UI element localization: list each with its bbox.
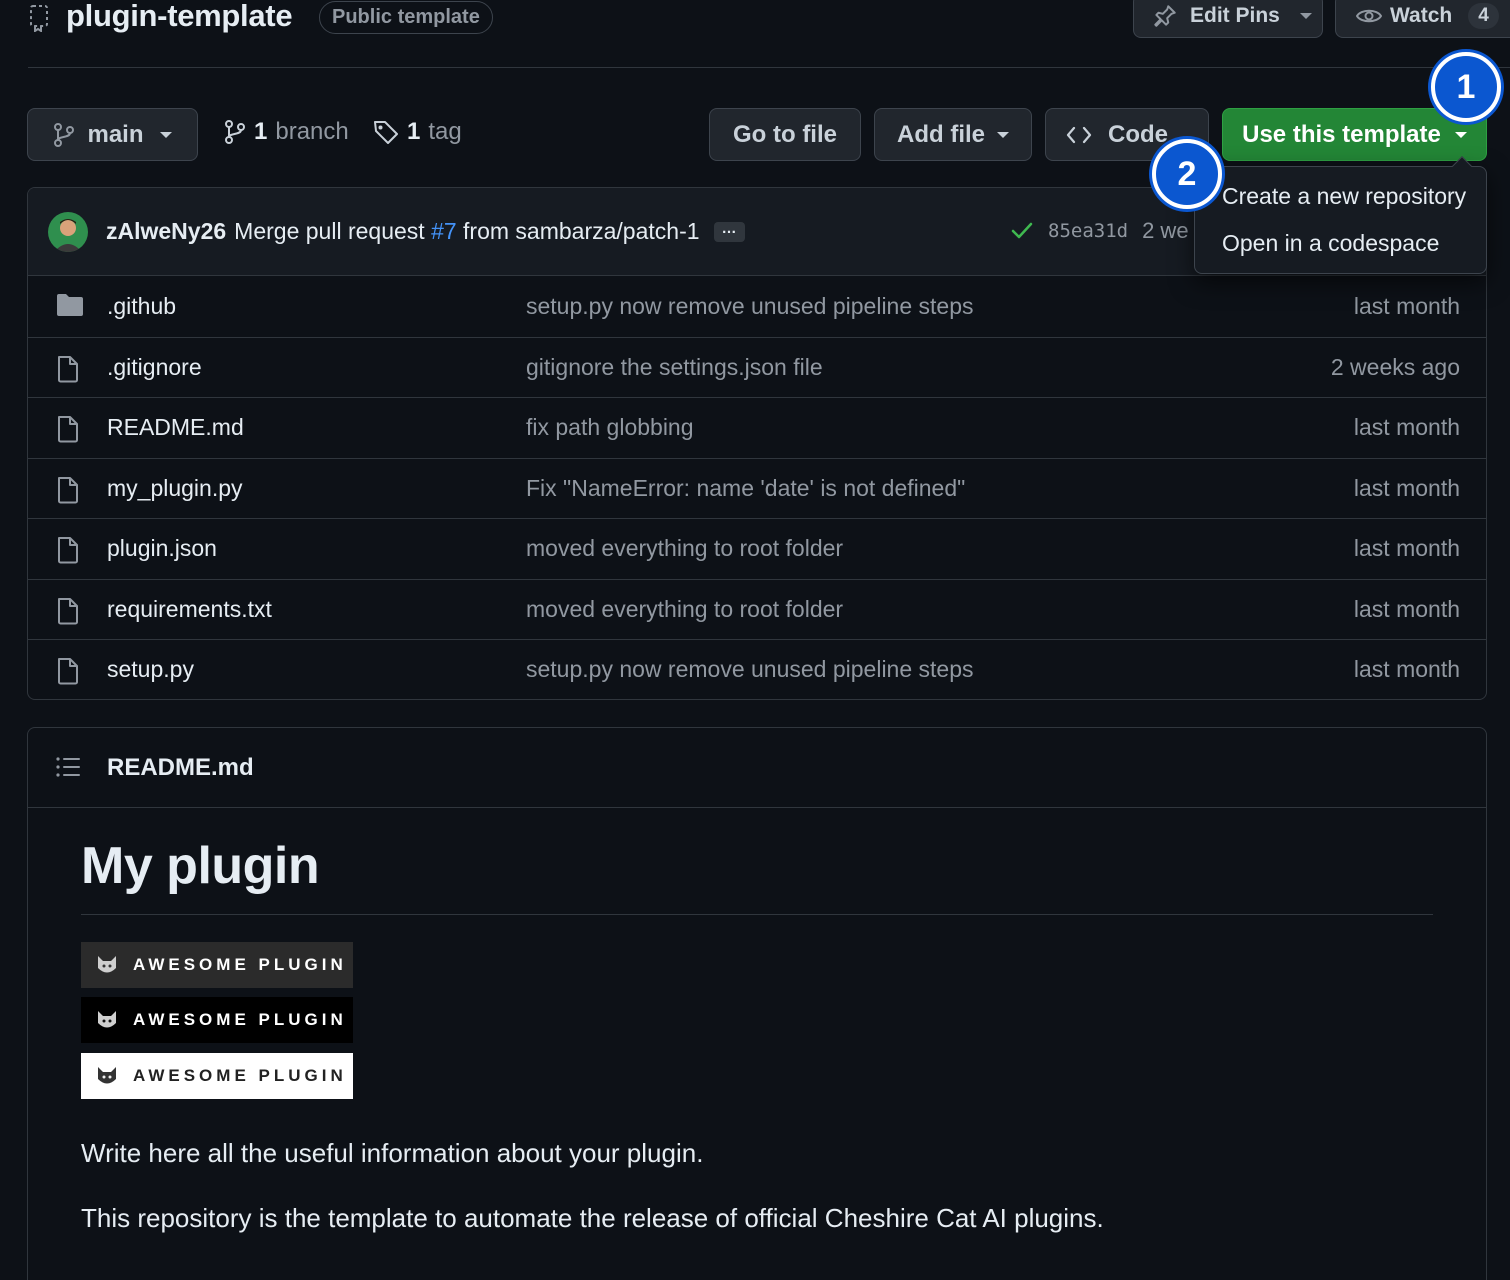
file-commit-time: 2 weeks ago (1330, 353, 1460, 380)
file-icon (56, 476, 80, 504)
readme-title[interactable]: README.md (107, 754, 254, 782)
git-branch-icon (53, 122, 75, 148)
edit-pins-button[interactable]: Edit Pins (1133, 0, 1323, 38)
file-name-link[interactable]: setup.py (107, 656, 194, 683)
branch-count: 1 (254, 118, 268, 145)
file-commit-message[interactable]: setup.py now remove unused pipeline step… (526, 656, 974, 683)
file-icon (56, 536, 80, 564)
branch-name: main (87, 120, 144, 148)
file-row[interactable]: plugin.json moved everything to root fold… (28, 518, 1486, 579)
commit-sha[interactable]: 85ea31d (1048, 220, 1128, 242)
file-name-link[interactable]: requirements.txt (107, 596, 272, 623)
readme-paragraph: This repository is the template to autom… (81, 1203, 1104, 1233)
file-name-link[interactable]: .github (107, 293, 176, 320)
chevron-down-icon (1299, 13, 1312, 19)
step-marker-1: 1 (1431, 52, 1501, 122)
add-file-button[interactable]: Add file (874, 108, 1032, 161)
commit-author[interactable]: zAlweNy26 (106, 218, 226, 245)
avatar[interactable] (48, 211, 88, 252)
file-commit-time: last month (1353, 656, 1460, 683)
header-divider (28, 67, 1510, 68)
go-to-file-button[interactable]: Go to file (709, 108, 861, 161)
file-commit-time: last month (1353, 474, 1460, 501)
edit-pins-label: Edit Pins (1190, 4, 1280, 27)
tags-link[interactable]: 1 tag (373, 118, 462, 146)
repo-template-icon (28, 4, 52, 32)
cat-icon (95, 1064, 119, 1088)
pin-icon (1152, 3, 1178, 29)
folder-icon (56, 293, 84, 317)
expand-commit-button[interactable]: … (713, 221, 745, 242)
commit-meta: 85ea31d 2 we (1010, 218, 1189, 244)
add-file-label: Add file (897, 120, 985, 148)
file-row[interactable]: .gitignore gitignore the settings.json fi… (28, 336, 1486, 398)
open-in-codespace-item[interactable]: Open in a codespace (1222, 230, 1439, 257)
pull-request-link[interactable]: #7 (431, 218, 457, 244)
file-name-link[interactable]: .gitignore (107, 354, 202, 381)
commit-message-suffix: from sambarza/patch-1 (463, 218, 700, 244)
use-template-label: Use this template (1242, 120, 1441, 148)
heading-divider (81, 914, 1433, 915)
file-row[interactable]: README.md fix path globbing last month (28, 397, 1486, 458)
visibility-badge: Public template (319, 1, 493, 34)
file-icon (56, 657, 80, 685)
cat-icon (95, 1008, 119, 1032)
file-row[interactable]: my_plugin.py Fix "NameError: name 'date' … (28, 457, 1486, 519)
list-icon[interactable] (56, 756, 80, 778)
file-commit-message[interactable]: fix path globbing (526, 414, 694, 441)
step-marker-2: 2 (1152, 139, 1222, 209)
file-commit-time: last month (1353, 595, 1460, 622)
chevron-down-icon (159, 131, 172, 138)
branches-link[interactable]: 1 branch (224, 118, 349, 146)
badge-label: AWESOME PLUGIN (133, 955, 347, 974)
file-commit-message[interactable]: Fix "NameError: name 'date' is not defin… (526, 475, 965, 502)
tag-count-label: tag (428, 118, 462, 145)
file-row[interactable]: .github setup.py now remove unused pipeli… (28, 276, 1486, 337)
file-icon (56, 355, 80, 383)
awesome-plugin-badge: AWESOME PLUGIN (81, 997, 353, 1043)
awesome-plugin-badge: AWESOME PLUGIN (81, 1053, 353, 1099)
readme-paragraph: Write here all the useful information ab… (81, 1138, 704, 1168)
eye-icon (1356, 6, 1382, 26)
chevron-down-icon (1454, 131, 1467, 138)
commit-time: 2 we (1142, 218, 1189, 243)
file-name-link[interactable]: README.md (107, 414, 244, 441)
file-commit-message[interactable]: moved everything to root folder (526, 535, 843, 562)
create-new-repository-item[interactable]: Create a new repository (1222, 183, 1466, 210)
watch-count: 4 (1468, 3, 1499, 29)
template-dropdown-menu: Create a new repository Open in a codesp… (1194, 156, 1487, 274)
file-commit-time: last month (1353, 292, 1460, 319)
file-commit-message[interactable]: moved everything to root folder (526, 596, 843, 623)
watch-label: Watch (1390, 4, 1453, 27)
code-label: Code (1108, 120, 1168, 148)
commit-message-prefix: Merge pull request (234, 218, 425, 244)
file-icon (56, 415, 80, 443)
code-icon (1066, 125, 1092, 145)
branch-count-label: branch (275, 118, 349, 145)
file-commit-message[interactable]: setup.py now remove unused pipeline step… (526, 293, 974, 320)
commit-message[interactable]: Merge pull request #7 from sambarza/patc… (234, 218, 699, 245)
branch-select-button[interactable]: main (27, 108, 198, 161)
chevron-down-icon (997, 131, 1009, 138)
tag-icon (373, 119, 399, 145)
file-name-link[interactable]: plugin.json (107, 535, 217, 562)
badge-label: AWESOME PLUGIN (133, 1010, 347, 1029)
repo-name[interactable]: plugin-template (66, 0, 293, 34)
file-row[interactable]: setup.py setup.py now remove unused pipel… (28, 639, 1486, 699)
git-branch-icon (224, 119, 246, 145)
file-name-link[interactable]: my_plugin.py (107, 475, 243, 502)
file-commit-time: last month (1353, 414, 1460, 441)
readme-header: README.md (28, 728, 1486, 808)
tag-count: 1 (407, 118, 421, 145)
file-icon (56, 597, 80, 625)
watch-button[interactable]: Watch 4 (1335, 0, 1510, 38)
file-commit-message[interactable]: gitignore the settings.json file (526, 354, 823, 381)
file-commit-time: last month (1353, 535, 1460, 562)
readme-heading: My plugin (81, 837, 320, 895)
file-row[interactable]: requirements.txt moved everything to root… (28, 578, 1486, 640)
check-icon (1010, 221, 1034, 241)
cat-icon (95, 953, 119, 977)
awesome-plugin-badge: AWESOME PLUGIN (81, 942, 353, 988)
badge-label: AWESOME PLUGIN (133, 1066, 347, 1085)
